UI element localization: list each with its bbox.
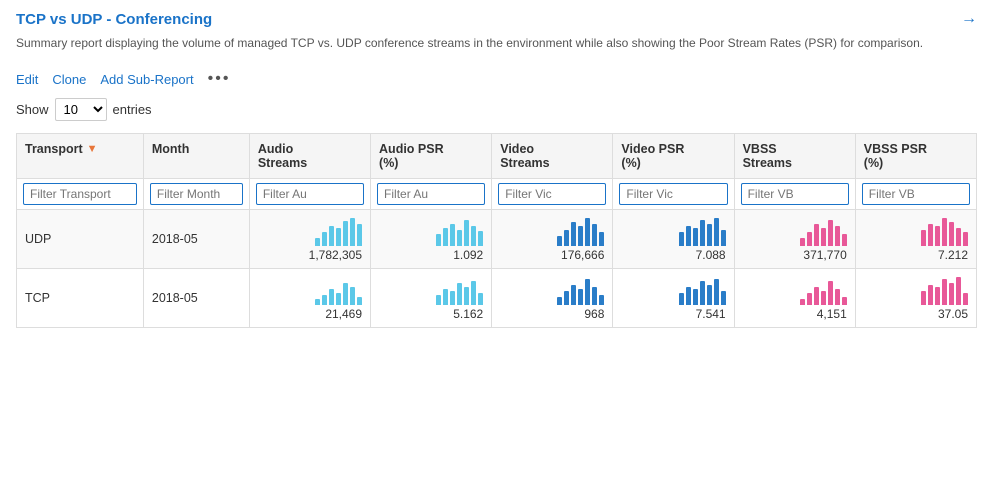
filter-audio-psr-cell xyxy=(371,179,492,210)
col-vbss-streams: VBSSStreams xyxy=(734,134,855,179)
page-header: TCP vs UDP - Conferencing → xyxy=(16,10,977,28)
tcp-audio-streams-value: 21,469 xyxy=(258,307,362,321)
udp-audio-psr-value: 1.092 xyxy=(379,248,483,262)
tcp-video-streams-value: 968 xyxy=(500,307,604,321)
show-entries-row: Show 10 25 50 100 entries xyxy=(16,98,977,121)
col-vbss-psr: VBSS PSR(%) xyxy=(855,134,976,179)
column-header-row: Transport ▼ Month AudioStreams Audio PSR… xyxy=(17,134,977,179)
udp-audio-psr-chart xyxy=(379,216,483,246)
udp-video-psr-chart xyxy=(621,216,725,246)
page-description: Summary report displaying the volume of … xyxy=(16,34,976,52)
edit-link[interactable]: Edit xyxy=(16,72,38,87)
col-transport-label: Transport xyxy=(25,142,83,156)
filter-row xyxy=(17,179,977,210)
col-video-psr: Video PSR(%) xyxy=(613,134,734,179)
filter-transport-cell xyxy=(17,179,144,210)
filter-audio-psr-input[interactable] xyxy=(377,183,485,205)
filter-audio-streams-cell xyxy=(249,179,370,210)
col-audio-streams: AudioStreams xyxy=(249,134,370,179)
filter-video-psr-cell xyxy=(613,179,734,210)
filter-vbss-psr-cell xyxy=(855,179,976,210)
udp-audio-streams-chart xyxy=(258,216,362,246)
udp-video-psr-value: 7.088 xyxy=(621,248,725,262)
col-month: Month xyxy=(143,134,249,179)
udp-transport-cell: UDP xyxy=(17,210,144,269)
udp-video-streams-chart xyxy=(500,216,604,246)
tcp-video-streams-chart xyxy=(500,275,604,305)
tcp-video-streams-cell: 968 xyxy=(492,269,613,328)
udp-vbss-streams-chart xyxy=(743,216,847,246)
tcp-vbss-psr-value: 37.05 xyxy=(864,307,968,321)
filter-month-input[interactable] xyxy=(150,183,243,205)
filter-vbss-streams-input[interactable] xyxy=(741,183,849,205)
filter-video-streams-input[interactable] xyxy=(498,183,606,205)
add-sub-report-link[interactable]: Add Sub-Report xyxy=(100,72,193,87)
nav-arrow-icon[interactable]: → xyxy=(961,10,977,28)
udp-audio-psr-cell: 1.092 xyxy=(371,210,492,269)
filter-audio-streams-input[interactable] xyxy=(256,183,364,205)
tcp-transport-cell: TCP xyxy=(17,269,144,328)
udp-vbss-psr-cell: 7.212 xyxy=(855,210,976,269)
show-label: Show xyxy=(16,102,49,117)
udp-vbss-psr-value: 7.212 xyxy=(864,248,968,262)
table-row: UDP 2018-05 1,782,305 xyxy=(17,210,977,269)
filter-vbss-streams-cell xyxy=(734,179,855,210)
tcp-vbss-psr-cell: 37.05 xyxy=(855,269,976,328)
udp-video-streams-value: 176,666 xyxy=(500,248,604,262)
filter-video-streams-cell xyxy=(492,179,613,210)
tcp-video-psr-chart xyxy=(621,275,725,305)
entries-select[interactable]: 10 25 50 100 xyxy=(55,98,107,121)
udp-audio-streams-cell: 1,782,305 xyxy=(249,210,370,269)
data-table: Transport ▼ Month AudioStreams Audio PSR… xyxy=(16,133,977,328)
tcp-audio-psr-value: 5.162 xyxy=(379,307,483,321)
tcp-vbss-streams-cell: 4,151 xyxy=(734,269,855,328)
col-video-streams: VideoStreams xyxy=(492,134,613,179)
filter-month-cell xyxy=(143,179,249,210)
tcp-audio-psr-chart xyxy=(379,275,483,305)
udp-video-psr-cell: 7.088 xyxy=(613,210,734,269)
sort-icon[interactable]: ▼ xyxy=(87,143,98,155)
tcp-month-cell: 2018-05 xyxy=(143,269,249,328)
clone-link[interactable]: Clone xyxy=(52,72,86,87)
tcp-audio-psr-cell: 5.162 xyxy=(371,269,492,328)
udp-vbss-streams-cell: 371,770 xyxy=(734,210,855,269)
entries-label: entries xyxy=(113,102,152,117)
tcp-video-psr-value: 7.541 xyxy=(621,307,725,321)
tcp-audio-streams-cell: 21,469 xyxy=(249,269,370,328)
col-transport: Transport ▼ xyxy=(17,134,144,179)
tcp-video-psr-cell: 7.541 xyxy=(613,269,734,328)
table-row: TCP 2018-05 21,469 xyxy=(17,269,977,328)
page-title: TCP vs UDP - Conferencing xyxy=(16,11,212,28)
udp-vbss-streams-value: 371,770 xyxy=(743,248,847,262)
udp-vbss-psr-chart xyxy=(864,216,968,246)
col-audio-psr: Audio PSR(%) xyxy=(371,134,492,179)
filter-transport-input[interactable] xyxy=(23,183,137,205)
filter-vbss-psr-input[interactable] xyxy=(862,183,970,205)
more-options-button[interactable]: ••• xyxy=(208,70,231,88)
tcp-vbss-streams-value: 4,151 xyxy=(743,307,847,321)
udp-audio-streams-value: 1,782,305 xyxy=(258,248,362,262)
tcp-vbss-psr-chart xyxy=(864,275,968,305)
udp-video-streams-cell: 176,666 xyxy=(492,210,613,269)
toolbar: Edit Clone Add Sub-Report ••• xyxy=(16,70,977,88)
udp-month-cell: 2018-05 xyxy=(143,210,249,269)
tcp-vbss-streams-chart xyxy=(743,275,847,305)
filter-video-psr-input[interactable] xyxy=(619,183,727,205)
tcp-audio-streams-chart xyxy=(258,275,362,305)
